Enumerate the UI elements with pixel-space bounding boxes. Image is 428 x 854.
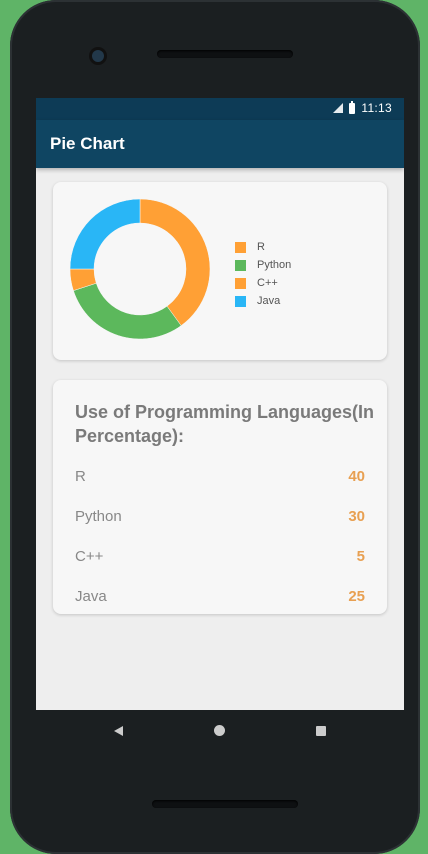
- legend-swatch: [235, 277, 246, 289]
- earpiece-speaker: [157, 50, 293, 58]
- legend-swatch: [235, 259, 246, 271]
- home-icon[interactable]: [214, 725, 225, 736]
- legend-label: R: [257, 241, 265, 253]
- donut-chart: [69, 198, 211, 340]
- data-table-card: Use of Programming Languages(In Percenta…: [53, 380, 387, 614]
- row-value: 25: [348, 587, 365, 605]
- row-value: 30: [348, 507, 365, 525]
- legend-item: R: [235, 238, 291, 256]
- table-row: R 40: [75, 464, 365, 488]
- table-row: Java 25: [75, 584, 365, 608]
- status-time: 11:13: [361, 101, 392, 115]
- table-row: C++ 5: [75, 544, 365, 568]
- front-camera: [92, 50, 104, 62]
- row-value: 40: [348, 467, 365, 485]
- app-title: Pie Chart: [50, 134, 125, 153]
- legend-item: Java: [235, 292, 291, 310]
- table-title: Use of Programming Languages(In Percenta…: [75, 402, 375, 446]
- back-icon[interactable]: [114, 726, 123, 736]
- chart-legend: R Python C++ Java: [235, 238, 291, 310]
- bottom-speaker: [152, 800, 298, 808]
- row-value: 5: [356, 547, 365, 565]
- signal-icon: [333, 103, 344, 113]
- screen: 11:13 Pie Chart R Python C++ Java Use of…: [36, 98, 404, 710]
- phone-frame: 11:13 Pie Chart R Python C++ Java Use of…: [10, 0, 420, 854]
- pie-slice-python[interactable]: [73, 282, 182, 340]
- legend-item: C++: [235, 274, 291, 292]
- legend-item: Python: [235, 256, 291, 274]
- row-label: Python: [75, 507, 122, 525]
- pie-slice-r[interactable]: [139, 198, 211, 326]
- legend-swatch: [235, 295, 246, 307]
- row-label: R: [75, 467, 86, 485]
- table-row: Python 30: [75, 504, 365, 528]
- row-label: Java: [75, 587, 107, 605]
- legend-label: Java: [257, 295, 281, 307]
- recents-icon[interactable]: [316, 726, 326, 736]
- row-label: C++: [75, 547, 104, 565]
- app-bar: Pie Chart: [36, 120, 404, 168]
- status-bar: 11:13: [36, 98, 404, 120]
- battery-icon: [349, 100, 356, 114]
- legend-swatch: [235, 241, 246, 253]
- chart-card: R Python C++ Java: [53, 182, 387, 360]
- legend-label: Python: [257, 259, 292, 271]
- system-nav-bar: [36, 710, 404, 754]
- pie-slice-java[interactable]: [69, 198, 141, 270]
- legend-label: C++: [257, 277, 278, 289]
